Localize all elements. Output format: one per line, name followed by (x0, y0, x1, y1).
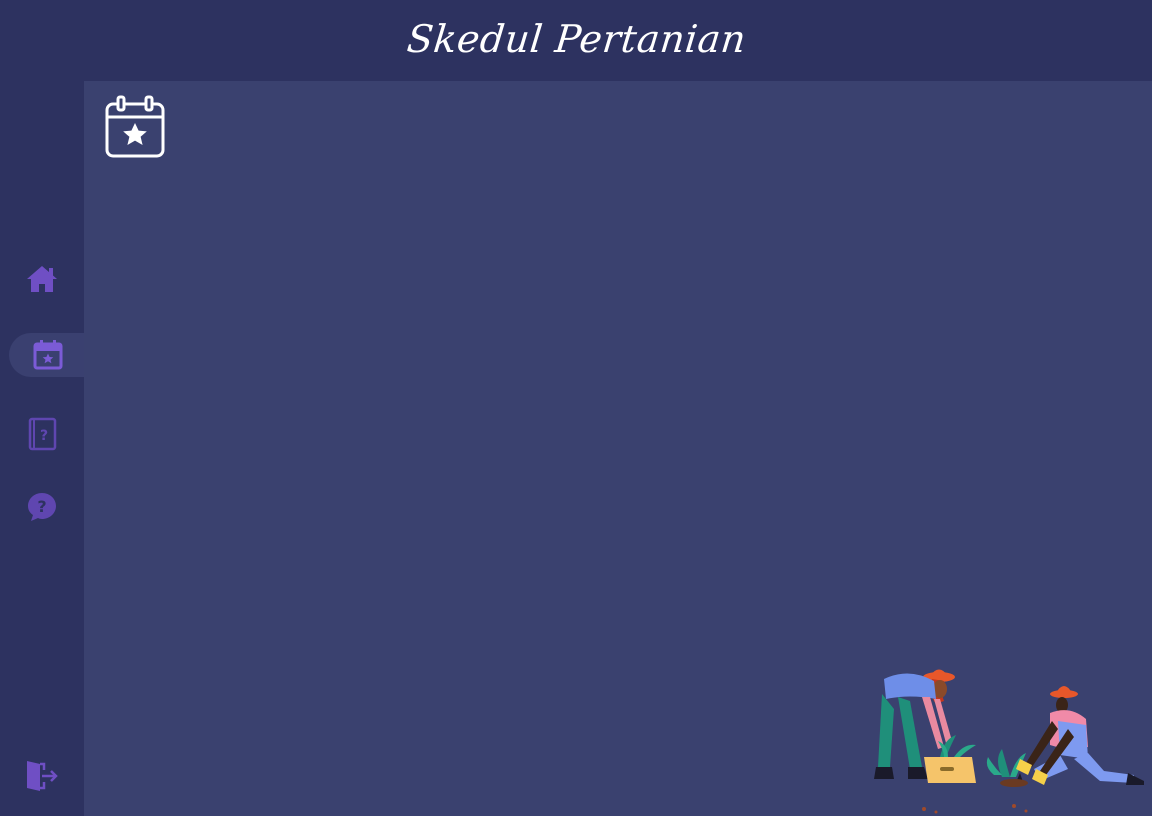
farmers-planting-illustration (874, 669, 1144, 814)
calendar-star-icon (105, 95, 165, 158)
sidebar-item-help[interactable]: ? (0, 485, 84, 529)
sidebar-item-guide[interactable]: ? (0, 412, 84, 456)
chat-question-icon: ? (28, 493, 56, 521)
app-title: Skedul Pertanian (404, 16, 748, 61)
sidebar: ? ? (0, 81, 84, 816)
svg-text:?: ? (37, 497, 46, 516)
app-window: Skedul Pertanian ? ? (0, 0, 1152, 816)
logout-door-icon (27, 761, 58, 791)
book-question-icon: ? (28, 417, 57, 451)
svg-text:?: ? (40, 428, 48, 444)
home-icon (27, 266, 57, 292)
calendar-star-icon (33, 340, 62, 370)
logout-button[interactable] (0, 754, 84, 798)
header-bar: Skedul Pertanian (0, 0, 1152, 81)
sidebar-item-home[interactable] (0, 257, 84, 301)
sidebar-item-schedule[interactable] (9, 333, 84, 377)
main-content (84, 81, 1152, 816)
